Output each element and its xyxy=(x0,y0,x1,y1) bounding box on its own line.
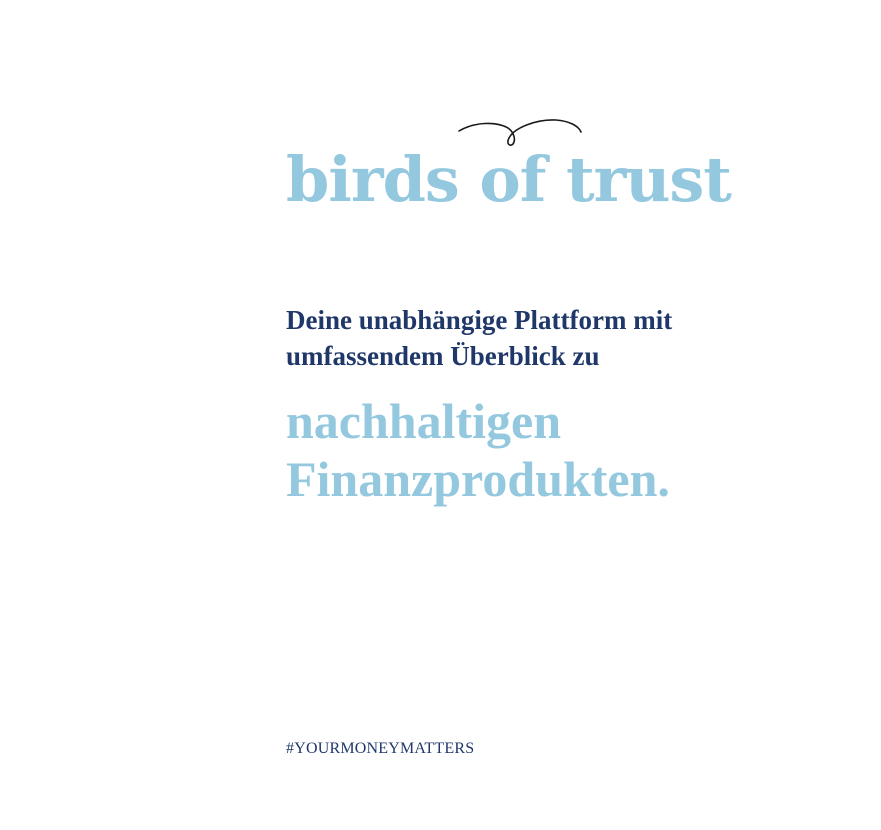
hero-page: birds of trust Deine unabhängige Plattfo… xyxy=(0,0,881,830)
brand-logo-text: birds of trust xyxy=(286,143,732,216)
highlight-line-1: nachhaltigen xyxy=(286,393,562,449)
tagline-text: Deine unabhängige Plattform mit umfassen… xyxy=(286,305,673,371)
highlight-line-2: Finanzprodukten. xyxy=(286,451,670,507)
hashtag-text: #YOURMONEYMATTERS xyxy=(286,740,475,757)
highlight-heading: nachhaltigen Finanzprodukten. xyxy=(286,392,846,508)
